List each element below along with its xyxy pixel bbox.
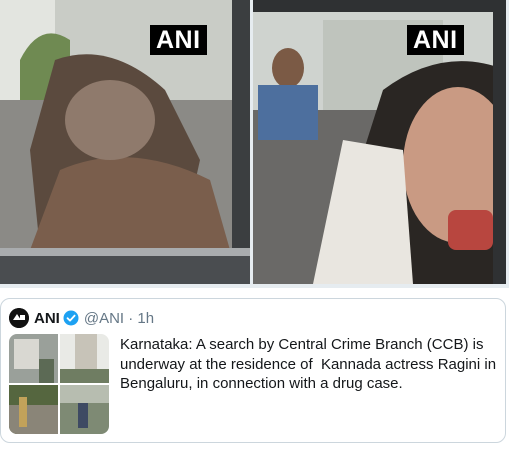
quoted-author-name[interactable]: ANI	[34, 310, 60, 327]
thumbnail-image	[9, 334, 58, 383]
quoted-media-thumbnails[interactable]	[9, 334, 109, 434]
thumbnail[interactable]	[9, 334, 58, 383]
quoted-tweet-text: Karnataka: A search by Central Crime Bra…	[120, 336, 497, 392]
actress-car-image	[253, 0, 506, 284]
quoted-tweet-header: ANI @ANI · 1h	[9, 308, 154, 328]
verified-badge-icon	[63, 310, 79, 326]
ani-watermark-logo: ANI	[407, 25, 464, 55]
quoted-tweet-card[interactable]: ANI @ANI · 1h Karnataka: A search by Cen…	[0, 298, 506, 443]
thumbnail[interactable]	[60, 334, 109, 383]
thumbnail-image	[60, 334, 109, 383]
media-grid[interactable]: ANI ANI	[0, 0, 509, 288]
photo-car-window[interactable]: ANI	[0, 0, 250, 284]
avatar[interactable]	[9, 308, 29, 328]
ani-watermark-logo: ANI	[150, 25, 207, 55]
car-window-image	[0, 0, 250, 284]
thumbnail[interactable]	[60, 385, 109, 434]
photo-actress-car[interactable]: ANI	[253, 0, 506, 284]
ani-avatar-icon	[9, 308, 29, 328]
thumbnail-image	[9, 385, 58, 434]
thumbnail[interactable]	[9, 385, 58, 434]
quoted-author-handle-time[interactable]: @ANI · 1h	[84, 310, 154, 327]
thumbnail-image	[60, 385, 109, 434]
